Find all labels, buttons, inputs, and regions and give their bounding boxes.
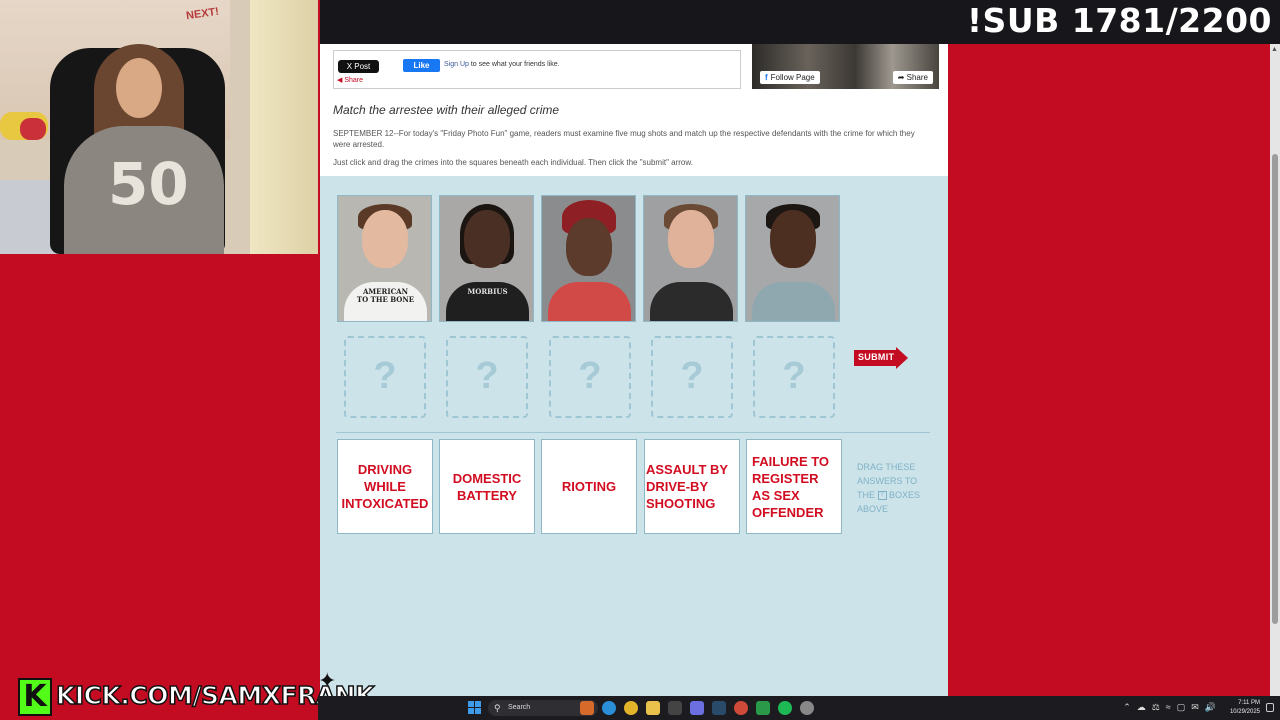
mugshot-2: MORBIUS [439,195,534,322]
scroll-up-icon[interactable]: ▲ [1271,46,1278,54]
mugshot-5 [745,195,840,322]
crime-card-5[interactable]: FAILURE TO REGISTER AS SEX OFFENDER [746,439,842,534]
answer-drop-zone-2[interactable]: ? [446,336,528,418]
article-header: X Post Like Sign Up to see what your fri… [320,44,948,176]
submit-label: SUBMIT [858,352,895,362]
follow-page-label: Follow Page [770,73,815,82]
mugshot-4 [643,195,738,322]
facebook-signup-link[interactable]: Sign Up [444,61,469,68]
system-tray[interactable]: ⌃☁⚖≈▢✉🔊 [1123,702,1222,713]
mugshot-2-shirt-text: MORBIUS [467,287,508,296]
chrome-active-icon[interactable] [734,701,748,715]
taskbar-clock[interactable]: 7:11 PM 10/29/2025 [1230,699,1260,717]
facebook-icon: f [765,73,768,82]
question-mark-icon: ? [578,355,602,397]
file-explorer-icon[interactable] [646,701,660,715]
chrome-icon[interactable] [624,701,638,715]
crime-card-label: ASSAULT BY DRIVE-BY SHOOTING [646,462,728,511]
kick-logo: K [18,678,52,716]
share-link[interactable]: ◀ Share [337,76,363,84]
answer-drop-zone-5[interactable]: ? [753,336,835,418]
crime-card-1[interactable]: DRIVING WHILE INTOXICATED [337,439,433,534]
drag-hint-box-icon: ? [877,491,887,501]
bat-icon: ✦ [318,668,337,693]
arrow-right-icon [896,347,908,369]
question-mark-icon: ? [782,355,806,397]
sub-goal-counter: !SUB 1781/2200 [967,1,1272,40]
edge-browser-icon[interactable] [602,701,616,715]
kick-channel-banner: K KICK.COM/SAMXFRANK ✦ [18,668,375,716]
taskbar-search-placeholder: Search [508,704,531,711]
share-icon: ◀ [337,77,343,84]
question-mark-icon: ? [475,355,499,397]
discord-icon[interactable] [690,701,704,715]
store-icon[interactable] [668,701,682,715]
divider [336,432,930,433]
answer-drop-zone-3[interactable]: ? [549,336,631,418]
question-mark-icon: ? [680,355,704,397]
taskbar-date: 10/29/2025 [1229,709,1260,715]
game-instructions: Just click and drag the crimes into the … [333,158,693,167]
webcam-red-plush [20,118,46,140]
page-scrollbar[interactable]: ▲ [1270,44,1280,696]
article-headline: Match the arrestee with their alleged cr… [333,103,560,117]
crime-card-label: DOMESTIC BATTERY [452,470,522,503]
x-post-button[interactable]: X Post [338,60,379,73]
article-intro: SEPTEMBER 12--For today's "Friday Photo … [333,129,915,149]
follow-page-button[interactable]: f Follow Page [760,71,820,84]
share-arrow-icon: ➦ [897,73,905,82]
mugshot-1: AMERICAN TO THE BONE [337,195,432,322]
spotify-icon[interactable] [778,701,792,715]
answer-drop-zone-4[interactable]: ? [651,336,733,418]
windows-taskbar: ⚲ Search ⌃☁⚖≈▢✉🔊 7:11 PM 10/29/2025 [318,696,1280,720]
taskbar-time: 7:11 PM [1238,700,1260,706]
streamer-shirt-number: 50 [108,150,189,218]
crime-card-2[interactable]: DOMESTIC BATTERY [439,439,535,534]
mugshot-1-shirt-text: AMERICAN TO THE BONE [356,287,415,304]
submit-arrow-button[interactable]: SUBMIT [854,347,908,369]
notification-icon[interactable] [1266,703,1274,712]
settings-icon[interactable] [800,701,814,715]
facebook-signup-suffix: to see what your friends like. [468,61,560,68]
crime-card-3[interactable]: RIOTING [541,439,637,534]
steam-icon[interactable] [712,701,726,715]
facebook-signup-text: Sign Up to see what your friends like. [444,61,560,68]
crime-card-4[interactable]: ASSAULT BY DRIVE-BY SHOOTING [644,439,740,534]
search-icon: ⚲ [494,703,501,713]
answer-drop-zone-1[interactable]: ? [344,336,426,418]
share-link-label: Share [344,77,364,84]
webcam-feed: NEXT! 50 [0,0,320,254]
facebook-like-button[interactable]: Like [403,59,440,72]
stream-top-bar: !SUB 1781/2200 [320,0,1280,44]
webcam-door [250,0,320,254]
question-mark-icon: ? [373,355,397,397]
widgets-icon[interactable] [580,701,594,715]
facebook-page-widget: f Follow Page ➦ Share [752,44,939,89]
crime-card-label: DRIVING WHILE INTOXICATED [341,462,429,511]
scrollbar-thumb[interactable] [1272,154,1278,624]
facebook-share-button[interactable]: ➦ Share [892,71,933,84]
mugshot-3 [541,195,636,322]
game-page: X Post Like Sign Up to see what your fri… [320,44,948,696]
crime-card-label: FAILURE TO REGISTER AS SEX OFFENDER [752,453,830,520]
windows-start-icon[interactable] [468,701,481,714]
social-share-box: X Post Like Sign Up to see what your fri… [333,50,741,89]
drag-instructions: DRAG THESE ANSWERS TO THE ? BOXES ABOVE [857,460,927,516]
streamer-face [116,58,162,118]
crime-card-label: RIOTING [561,479,617,494]
facebook-share-label: Share [906,73,928,82]
xbox-icon[interactable] [756,701,770,715]
